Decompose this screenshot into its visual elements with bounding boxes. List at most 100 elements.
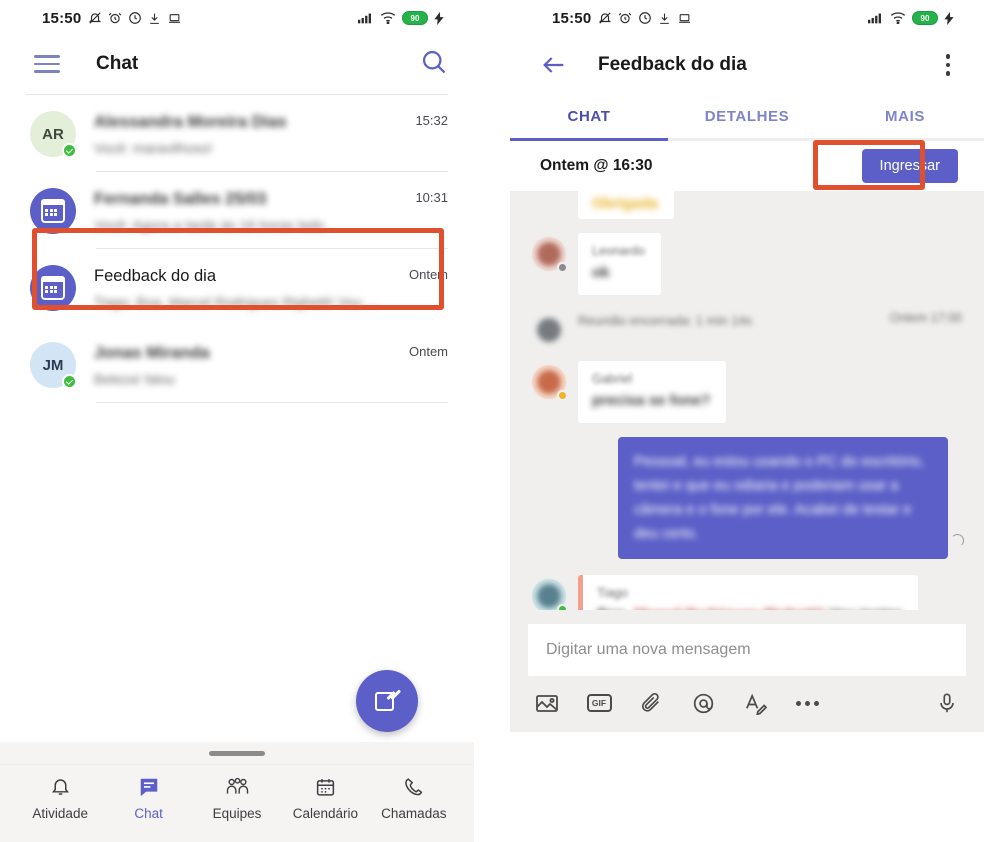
status-bar-left: 15:50 90 <box>0 0 474 36</box>
nav-item-chamadas[interactable]: Chamadas <box>370 773 458 821</box>
alarm-icon <box>618 11 632 25</box>
chat-preview: Beleza! falou <box>94 371 175 387</box>
chat-timestamp: Ontem <box>408 344 448 359</box>
message-bubble: Obrigada <box>578 191 674 219</box>
tab-detalhes[interactable]: DETALHES <box>668 94 826 138</box>
chat-timestamp: 15:32 <box>415 113 448 128</box>
avatar-initials: AR <box>42 125 64 143</box>
status-time: 15:50 <box>42 9 82 27</box>
avatar <box>30 188 76 234</box>
chat-icon <box>138 773 160 798</box>
attachment-icon[interactable] <box>638 690 664 716</box>
gif-icon[interactable]: GIF <box>586 690 612 716</box>
tab-mais[interactable]: MAIS <box>826 94 984 138</box>
gesture-bar[interactable] <box>209 750 265 756</box>
more-options-icon[interactable] <box>794 690 820 716</box>
cast-laptop-icon <box>677 12 692 25</box>
silent-bell-icon <box>88 11 102 25</box>
list-item[interactable]: Fernanda Salles 25/03 Você: Agora a tard… <box>0 172 474 249</box>
message-outgoing: Pessoal, eu estou usando o PC do escritó… <box>532 437 964 559</box>
nav-item-calendario[interactable]: Calendário <box>281 773 369 821</box>
chat-name: Fernanda Salles 25/03 <box>94 190 267 208</box>
bottom-area: Atividade Chat Equipes Calendário Chamad… <box>0 742 474 842</box>
page-title: Chat <box>96 53 139 74</box>
nav-item-equipes[interactable]: Equipes <box>193 773 281 821</box>
nav-label: Chat <box>134 806 163 821</box>
list-item[interactable]: JM Jonas Miranda Beleza! falou Ontem <box>0 326 474 403</box>
chat-preview: Você: maravilhoso! <box>94 140 213 156</box>
conversation-app-bar: Feedback do dia <box>510 36 984 94</box>
message-incoming: Gabriel precisa se fone? <box>532 361 962 423</box>
chat-timestamp: Ontem <box>408 267 448 282</box>
gesture-area <box>0 742 474 764</box>
message-thread[interactable]: Obrigada Leonardo ok Reunião encerrada: … <box>510 191 984 732</box>
left-phone-screen: 15:50 90 Chat AR Alessandra Moreira Dias… <box>0 0 474 842</box>
meeting-bar: Ontem @ 16:30 Ingressar <box>510 141 984 191</box>
system-message-text: Reunião encerrada: 1 min 14s <box>578 313 753 328</box>
battery-icon: 90 <box>402 11 428 25</box>
nav-item-chat[interactable]: Chat <box>104 773 192 821</box>
calendar-icon <box>40 276 66 300</box>
message-status-icon <box>951 534 964 547</box>
message-text: precisa se fone? <box>592 392 711 409</box>
avatar-initials: JM <box>42 356 64 374</box>
screen-separator <box>474 0 510 842</box>
avatar <box>532 313 566 347</box>
tab-chat[interactable]: CHAT <box>510 94 668 138</box>
hamburger-icon[interactable] <box>34 55 60 73</box>
status-bar-right: 15:50 90 <box>510 0 984 36</box>
search-icon[interactable] <box>420 48 448 81</box>
back-arrow-icon[interactable] <box>540 51 568 79</box>
battery-icon: 90 <box>912 11 938 25</box>
right-phone-screen: 15:50 90 Feedback do dia CHAT DETALHES M… <box>510 0 984 842</box>
download-icon <box>148 12 161 25</box>
composer-toolbar: GIF <box>528 676 966 716</box>
silent-bell-icon <box>598 11 612 25</box>
nav-label: Equipes <box>212 806 262 821</box>
calendar-icon <box>40 199 66 223</box>
nav-item-atividade[interactable]: Atividade <box>16 773 104 821</box>
message-sender: Tiago <box>597 586 628 600</box>
avatar: AR <box>30 111 77 158</box>
mention-icon[interactable] <box>690 690 716 716</box>
join-meeting-button[interactable]: Ingressar <box>861 149 958 183</box>
charging-bolt-icon <box>944 11 954 25</box>
status-time: 15:50 <box>552 9 592 27</box>
compose-icon <box>375 689 402 713</box>
alarm-icon <box>108 11 122 25</box>
nav-label: Calendário <box>292 806 359 821</box>
list-item[interactable]: AR Alessandra Moreira Dias Você: maravil… <box>0 95 474 172</box>
presence-available-icon <box>62 374 77 389</box>
download-icon <box>658 12 671 25</box>
chat-preview: Você: Agora a tarde às 16 horas lado <box>94 217 325 233</box>
bell-icon <box>50 773 71 798</box>
chat-app-bar: Chat <box>0 36 474 92</box>
kebab-menu-icon[interactable] <box>940 48 957 82</box>
image-icon[interactable] <box>534 690 560 716</box>
presence-badge <box>557 390 568 401</box>
dnd-eye-icon <box>638 11 652 25</box>
teams-people-icon <box>225 773 250 798</box>
microphone-icon[interactable] <box>934 690 960 716</box>
meeting-time-label: Ontem @ 16:30 <box>540 157 653 174</box>
dnd-eye-icon <box>128 11 142 25</box>
avatar <box>532 365 568 401</box>
list-item-feedback-do-dia[interactable]: Feedback do dia Tiago: Boa, Marcel Rodri… <box>0 249 474 326</box>
message-input[interactable] <box>528 624 966 676</box>
avatar: JM <box>30 342 77 389</box>
new-chat-button[interactable] <box>356 670 418 732</box>
message-incoming: Leonardo ok <box>532 233 962 295</box>
nav-label: Atividade <box>32 806 88 821</box>
cast-laptop-icon <box>167 12 182 25</box>
message-composer: GIF <box>510 610 984 732</box>
chat-name: Alessandra Moreira Dias <box>94 113 287 131</box>
format-text-icon[interactable] <box>742 690 768 716</box>
message-bubble: Leonardo ok <box>578 233 661 295</box>
active-tab-indicator <box>510 138 668 141</box>
chat-name: Jonas Miranda <box>94 344 210 362</box>
tab-bar: CHAT DETALHES MAIS <box>510 94 984 138</box>
chat-list: AR Alessandra Moreira Dias Você: maravil… <box>0 95 474 403</box>
message-text: Obrigada <box>592 195 658 212</box>
chat-timestamp: 10:31 <box>415 190 448 205</box>
wifi-icon <box>380 12 396 24</box>
